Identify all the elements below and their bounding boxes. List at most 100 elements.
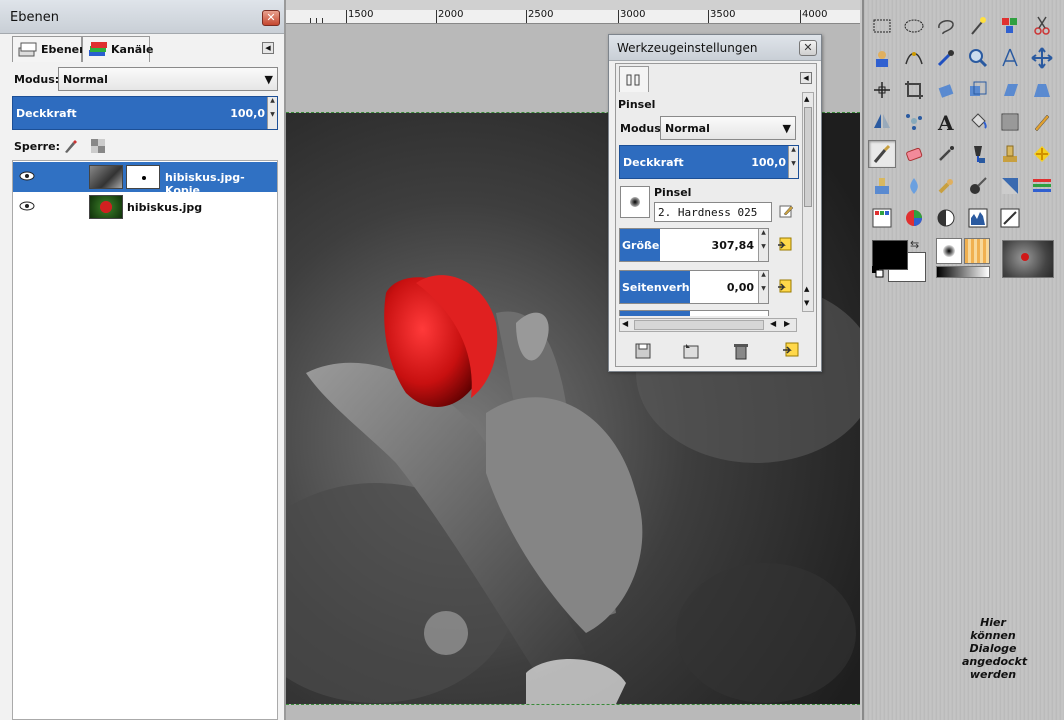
desaturate-tool[interactable] bbox=[996, 204, 1024, 232]
horizontal-scrollbar[interactable]: ◀ ◀ ▶ bbox=[619, 318, 797, 332]
hue-saturation-icon bbox=[906, 210, 922, 226]
angle-spinner-partial[interactable] bbox=[619, 310, 769, 316]
brush-name-field[interactable]: 2. Hardness 025 bbox=[654, 202, 772, 222]
pencil-tool[interactable] bbox=[1028, 108, 1056, 136]
cage-tool[interactable] bbox=[900, 108, 928, 136]
perspective-clone-tool[interactable] bbox=[868, 172, 896, 200]
swap-colors-icon[interactable]: ⇆ bbox=[910, 238, 924, 251]
brush-preview[interactable] bbox=[620, 186, 650, 218]
spin-arrows-icon[interactable]: ▲ ▼ bbox=[758, 271, 768, 303]
eye-icon[interactable] bbox=[19, 170, 35, 182]
aspect-ratio-spinner[interactable]: Seitenverhältnis 0,00 ▲ ▼ bbox=[619, 270, 769, 304]
scroll-right-icon[interactable]: ▶ bbox=[784, 319, 790, 328]
airbrush-icon bbox=[939, 146, 954, 161]
vertical-scrollbar[interactable]: ▲ ▲ ▼ bbox=[802, 92, 814, 312]
text-tool[interactable]: A bbox=[932, 108, 960, 136]
eraser-tool[interactable] bbox=[900, 140, 928, 168]
lasso-tool[interactable] bbox=[932, 12, 960, 40]
color-balance-tool[interactable] bbox=[868, 204, 896, 232]
mode-select[interactable]: Normal ▼ bbox=[58, 67, 278, 91]
scroll-thumb[interactable] bbox=[804, 107, 812, 207]
layers-titlebar[interactable]: Ebenen ✕ bbox=[0, 0, 284, 34]
rotate-tool[interactable] bbox=[932, 76, 960, 104]
lock-alpha-icon[interactable] bbox=[90, 138, 106, 154]
layer-list[interactable]: hibiskus.jpg-Kopie hibiskus.jpg bbox=[12, 160, 278, 720]
scale-icon bbox=[970, 81, 987, 96]
foreground-select-tool[interactable] bbox=[868, 44, 896, 72]
scroll-down-icon[interactable]: ▼ bbox=[804, 299, 809, 307]
spin-arrows-icon[interactable]: ▲ ▼ bbox=[267, 97, 277, 129]
blur-tool[interactable] bbox=[900, 172, 928, 200]
active-brush-indicator[interactable] bbox=[936, 238, 962, 264]
scroll-up-icon[interactable]: ▲ bbox=[804, 285, 809, 293]
dock-menu-icon[interactable]: ◀ bbox=[800, 72, 812, 84]
levels-tool[interactable] bbox=[996, 172, 1024, 200]
paint-mode-select[interactable]: Normal ▼ bbox=[660, 116, 796, 140]
reset-icon[interactable] bbox=[776, 278, 794, 296]
spin-arrows-icon[interactable]: ▲ ▼ bbox=[758, 229, 768, 261]
reset-icon[interactable] bbox=[776, 236, 794, 254]
lock-pixels-icon[interactable] bbox=[62, 138, 78, 154]
scroll-left-icon[interactable]: ◀ bbox=[622, 319, 628, 328]
size-spinner[interactable]: Größe 307,84 ▲ ▼ bbox=[619, 228, 769, 262]
dock-hint-line: Hier bbox=[980, 616, 1006, 629]
histogram-tool[interactable] bbox=[964, 204, 992, 232]
layer-row[interactable]: hibiskus.jpg-Kopie bbox=[13, 162, 277, 197]
close-icon[interactable]: ✕ bbox=[262, 10, 280, 26]
dock-menu-icon[interactable]: ◀ bbox=[262, 42, 274, 54]
layer-row[interactable]: hibiskus.jpg bbox=[13, 192, 277, 222]
blend-tool[interactable] bbox=[996, 108, 1024, 136]
delete-options-icon[interactable] bbox=[730, 340, 752, 362]
align-tool[interactable] bbox=[868, 76, 896, 104]
edit-brush-icon[interactable] bbox=[778, 203, 794, 219]
shear-tool[interactable] bbox=[996, 76, 1024, 104]
scissors-tool[interactable] bbox=[1028, 12, 1056, 40]
dodge-burn-tool[interactable] bbox=[964, 172, 992, 200]
reset-options-icon[interactable] bbox=[780, 340, 802, 362]
rect-select-tool[interactable] bbox=[868, 12, 896, 40]
restore-options-icon[interactable] bbox=[680, 340, 702, 362]
tool-options-titlebar[interactable]: Werkzeugeinstellungen ✕ bbox=[609, 35, 821, 61]
scroll-thumb[interactable] bbox=[634, 320, 764, 330]
curves-tool[interactable] bbox=[1028, 172, 1056, 200]
opacity-spinner[interactable]: Deckkraft 100,0 ▲ ▼ bbox=[12, 96, 278, 130]
active-gradient-indicator[interactable] bbox=[936, 266, 990, 278]
fuzzy-select-tool[interactable] bbox=[964, 12, 992, 40]
measure-tool[interactable] bbox=[996, 44, 1024, 72]
airbrush-tool[interactable] bbox=[932, 140, 960, 168]
zoom-tool[interactable] bbox=[964, 44, 992, 72]
perspective-tool[interactable] bbox=[1028, 76, 1056, 104]
scroll-left-icon[interactable]: ◀ bbox=[770, 319, 776, 328]
save-options-icon[interactable] bbox=[632, 340, 654, 362]
hue-saturation-tool[interactable] bbox=[900, 204, 928, 232]
flip-tool[interactable] bbox=[868, 108, 896, 136]
tab-tool-options[interactable] bbox=[619, 66, 649, 92]
tab-kanaele[interactable]: Kanäle bbox=[82, 36, 153, 62]
tool-opacity-spinner[interactable]: Deckkraft 100,0 ▲ ▼ bbox=[619, 145, 799, 179]
threshold-tool[interactable] bbox=[932, 204, 960, 232]
paintbrush-tool[interactable] bbox=[868, 140, 896, 168]
bucket-fill-tool[interactable] bbox=[964, 108, 992, 136]
crop-tool[interactable] bbox=[900, 76, 928, 104]
active-image-indicator[interactable] bbox=[1002, 240, 1054, 278]
scroll-up-icon[interactable]: ▲ bbox=[804, 95, 809, 103]
tab-ebenen[interactable]: Ebenen bbox=[12, 36, 87, 62]
eye-icon[interactable] bbox=[19, 200, 35, 212]
paths-tool[interactable] bbox=[900, 44, 928, 72]
scale-tool[interactable] bbox=[964, 76, 992, 104]
heal-tool[interactable] bbox=[1028, 140, 1056, 168]
scissors-icon bbox=[1034, 16, 1050, 35]
move-tool[interactable] bbox=[1028, 44, 1056, 72]
horizontal-ruler[interactable]: 1500 2000 2500 3000 3500 4000 bbox=[286, 9, 860, 24]
perspective-clone-icon bbox=[875, 178, 889, 194]
color-select-tool[interactable] bbox=[996, 12, 1024, 40]
color-picker-tool[interactable] bbox=[932, 44, 960, 72]
spin-arrows-icon[interactable]: ▲ ▼ bbox=[788, 146, 798, 178]
smudge-tool[interactable] bbox=[932, 172, 960, 200]
ink-tool[interactable] bbox=[964, 140, 992, 168]
ellipse-select-tool[interactable] bbox=[900, 12, 928, 40]
clone-tool[interactable] bbox=[996, 140, 1024, 168]
close-icon[interactable]: ✕ bbox=[799, 40, 817, 56]
active-pattern-indicator[interactable] bbox=[964, 238, 990, 264]
default-colors-icon[interactable] bbox=[872, 266, 884, 278]
